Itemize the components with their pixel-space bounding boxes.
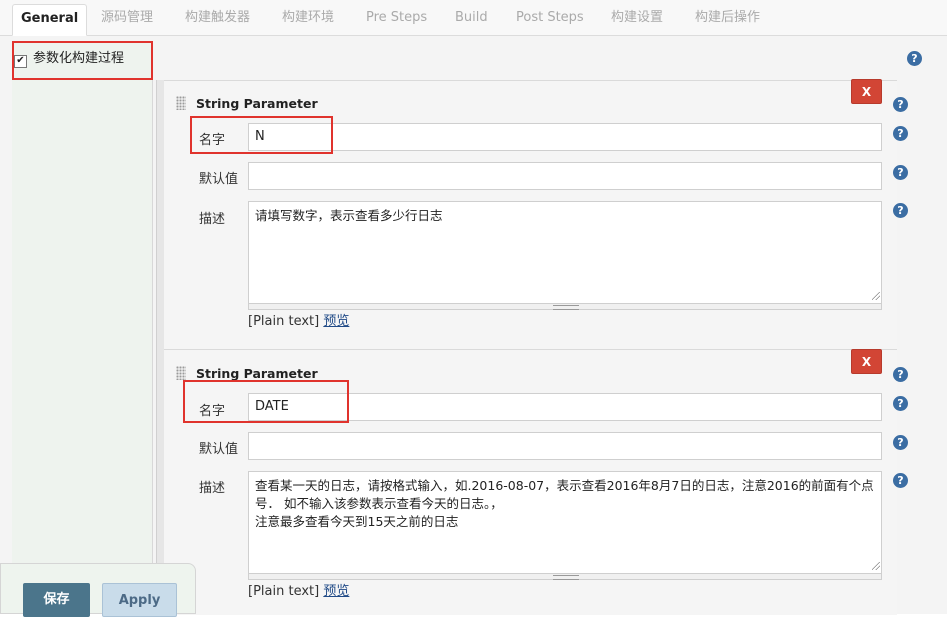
preview-link[interactable]: 预览 <box>323 584 349 599</box>
tab-build-environment[interactable]: 构建环境 <box>282 0 334 36</box>
delete-parameter-button[interactable]: X <box>851 349 882 374</box>
help-icon[interactable] <box>893 396 908 411</box>
help-icon[interactable] <box>893 203 908 218</box>
preview-link[interactable]: 预览 <box>323 314 349 329</box>
string-parameter-block: String Parameter X 名字 N 默认值 描述 请填写数字，表示查… <box>164 79 908 349</box>
help-icon[interactable] <box>907 51 922 66</box>
tab-pre-steps[interactable]: Pre Steps <box>366 0 427 36</box>
description-label: 描述 <box>199 212 226 227</box>
tab-scm[interactable]: 源码管理 <box>101 0 153 36</box>
default-value-input[interactable] <box>248 162 882 190</box>
default-value-label: 默认值 <box>199 172 239 187</box>
textarea-resize-grip-icon[interactable] <box>872 292 880 300</box>
help-icon[interactable] <box>893 97 908 112</box>
default-value-input[interactable] <box>248 432 882 460</box>
help-icon[interactable] <box>893 473 908 488</box>
config-tab-bar: General 源码管理 构建触发器 构建环境 Pre Steps Build … <box>0 0 947 36</box>
help-icon[interactable] <box>893 126 908 141</box>
plain-text-label: [Plain text] <box>248 314 320 329</box>
form-button-bar: 保存 Apply <box>0 563 196 617</box>
tab-general[interactable]: General <box>12 4 88 36</box>
delete-parameter-button[interactable]: X <box>851 79 882 104</box>
tab-build-settings[interactable]: 构建设置 <box>611 0 663 36</box>
plain-text-hint: [Plain text] 预览 <box>248 580 349 599</box>
plain-text-label: [Plain text] <box>248 584 320 599</box>
name-input[interactable]: DATE <box>248 393 882 421</box>
name-input[interactable]: N <box>248 123 882 151</box>
description-textarea[interactable]: 查看某一天的日志，请按格式输入，如.2016-08-07，表示查看2016年8月… <box>248 471 882 574</box>
tab-build-triggers[interactable]: 构建触发器 <box>185 0 250 36</box>
tab-build[interactable]: Build <box>455 0 488 36</box>
drag-handle-icon[interactable] <box>176 96 186 110</box>
left-gutter <box>12 43 153 614</box>
help-icon[interactable] <box>893 435 908 450</box>
name-label: 名字 <box>199 133 226 148</box>
textarea-resize-grip-icon[interactable] <box>872 562 880 570</box>
apply-button[interactable]: Apply <box>102 583 177 617</box>
description-textarea[interactable]: 请填写数字，表示查看多少行日志 <box>248 201 882 304</box>
name-label: 名字 <box>199 404 226 419</box>
parameterized-build-option[interactable]: ✔ 参数化构建过程 <box>14 44 124 74</box>
description-label: 描述 <box>199 481 226 496</box>
help-icon[interactable] <box>893 165 908 180</box>
parameter-title: String Parameter <box>196 366 318 381</box>
tab-post-steps[interactable]: Post Steps <box>516 0 584 36</box>
string-parameter-block: String Parameter X 名字 DATE 默认值 描述 查看某一天的… <box>164 349 908 615</box>
default-value-label: 默认值 <box>199 442 239 457</box>
parameterized-label: 参数化构建过程 <box>33 51 125 66</box>
save-button[interactable]: 保存 <box>23 583 90 617</box>
plain-text-hint: [Plain text] 预览 <box>248 310 349 329</box>
tab-post-build-actions[interactable]: 构建后操作 <box>695 0 760 36</box>
help-icon[interactable] <box>893 367 908 382</box>
drag-handle-icon[interactable] <box>176 366 186 380</box>
parameter-title: String Parameter <box>196 96 318 111</box>
parameterized-checkbox[interactable]: ✔ <box>14 55 27 68</box>
